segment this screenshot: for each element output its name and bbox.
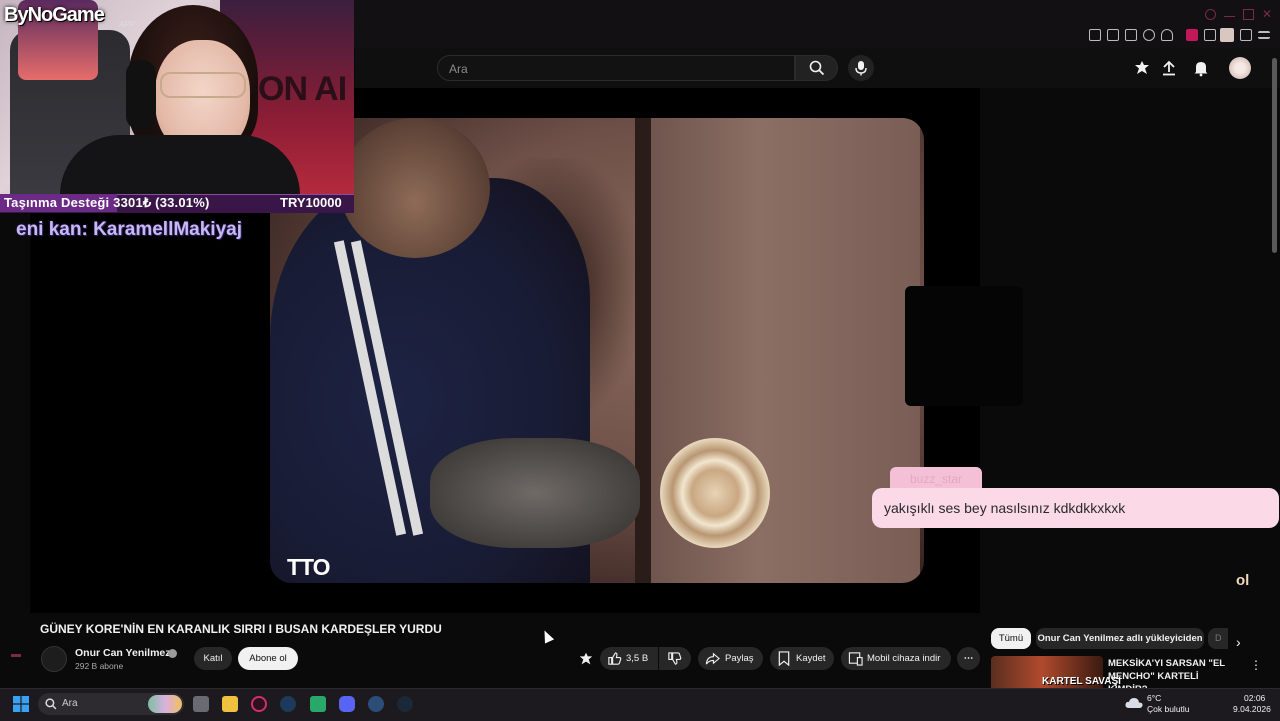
notifications-bell-icon[interactable]	[1192, 59, 1210, 77]
channel-avatar[interactable]	[41, 646, 67, 672]
weather-description: Çok bulutlu	[1147, 704, 1190, 714]
search-window-icon[interactable]	[1205, 9, 1216, 20]
maximize-icon[interactable]	[1243, 9, 1254, 20]
bookmark-icon	[778, 651, 790, 666]
dislike-button[interactable]	[659, 647, 691, 670]
play-icon[interactable]	[1143, 29, 1155, 41]
mouse-cursor	[539, 628, 555, 644]
more-dots-icon: ⋯	[963, 653, 974, 664]
task-view-icon[interactable]	[193, 696, 209, 712]
download-button[interactable]: Mobil cihaza indir	[841, 647, 951, 670]
chat-message: yakışıklı ses bey nasılsınız kdkdkkxkxk	[872, 488, 1279, 528]
download-icon[interactable]	[1240, 29, 1252, 41]
verified-icon	[168, 649, 177, 658]
pin-icon[interactable]	[1089, 29, 1101, 41]
microphone-icon	[855, 61, 867, 76]
puzzle-icon[interactable]	[1204, 29, 1216, 41]
subscriber-count: 292 B abone	[75, 661, 124, 671]
brand-logo: ByNoGame	[4, 4, 105, 26]
search-input[interactable]: Ara	[437, 55, 795, 81]
share-button[interactable]: Paylaş	[698, 647, 763, 670]
filter-chip-all[interactable]: Tümü	[991, 628, 1031, 649]
clock-date[interactable]: 9.04.2026	[1233, 704, 1271, 714]
weather-temperature: 6°C	[1147, 693, 1162, 703]
discord-icon[interactable]	[339, 696, 355, 712]
heart-icon[interactable]	[1161, 29, 1173, 41]
thumbs-up-icon	[608, 652, 622, 665]
like-button[interactable]: 3,5 B	[600, 647, 658, 670]
shield-icon[interactable]	[1125, 29, 1137, 41]
video-overlay-box	[905, 286, 1023, 406]
video-title: GÜNEY KORE'NİN EN KARANLIK SIRRI I BUSAN…	[40, 622, 442, 636]
ask-icon[interactable]	[578, 651, 594, 667]
filter-chip-more[interactable]: D	[1208, 628, 1228, 649]
opera-gx-icon[interactable]	[251, 696, 267, 712]
channel-corner-logo: ol	[1236, 572, 1250, 589]
extension-icon[interactable]	[1186, 29, 1198, 41]
mobile-device-icon	[848, 652, 863, 666]
search-icon	[809, 60, 825, 76]
share-label: Paylaş	[725, 653, 754, 664]
chevron-right-icon[interactable]: ›	[1236, 634, 1241, 650]
donation-goal-target: TRY10000	[280, 195, 342, 210]
account-avatar[interactable]	[1229, 57, 1251, 79]
steam-alt-icon[interactable]	[397, 696, 413, 712]
upload-icon[interactable]	[1160, 59, 1178, 77]
filter-chip-uploader[interactable]: Onur Can Yenilmez adlı yükleyiciden	[1036, 628, 1204, 649]
clock-time[interactable]: 02:06	[1244, 693, 1265, 703]
page-scrollbar[interactable]	[1272, 58, 1277, 253]
windows-taskbar	[0, 688, 1280, 721]
channel-name[interactable]: Onur Can Yenilmez	[75, 647, 171, 659]
save-label: Kaydet	[796, 653, 826, 664]
new-subscriber-alert: eni kan: KaramellMakiyaj	[16, 219, 242, 240]
profile-icon[interactable]	[1220, 28, 1234, 42]
minimize-icon[interactable]	[1224, 9, 1235, 17]
battle-net-icon[interactable]	[368, 696, 384, 712]
whatsapp-icon[interactable]	[310, 696, 326, 712]
windows-start-icon[interactable]	[13, 696, 29, 712]
search-highlight-icon[interactable]	[148, 695, 182, 713]
voice-search-button[interactable]	[848, 55, 874, 81]
like-count: 3,5 B	[626, 653, 649, 664]
subscribe-button[interactable]: Abone ol	[238, 647, 298, 670]
file-explorer-icon[interactable]	[222, 696, 238, 712]
video-frame[interactable]	[270, 118, 924, 583]
streamer-webcam: ON AI	[0, 0, 354, 194]
weather-cloud-icon[interactable]	[1124, 695, 1144, 711]
share-icon	[705, 652, 720, 665]
poster-text: ON AI	[258, 70, 347, 108]
close-icon[interactable]: ✕	[1262, 8, 1273, 20]
more-actions-button[interactable]: ⋯	[957, 647, 980, 670]
video-watermark: TTO	[287, 554, 331, 580]
screenshot-icon[interactable]	[1107, 29, 1119, 41]
miniplayer-icon[interactable]	[11, 654, 21, 657]
create-icon[interactable]	[1133, 59, 1151, 77]
save-button[interactable]: Kaydet	[770, 647, 834, 670]
search-button[interactable]	[795, 55, 838, 81]
brand-sub: APP	[119, 20, 136, 29]
donation-goal-label: Taşınma Desteği 3301₺ (33.01%)	[4, 195, 210, 210]
menu-icon[interactable]	[1258, 31, 1270, 39]
vertical-dots-icon[interactable]: ⋮	[1250, 658, 1262, 672]
steam-icon[interactable]	[280, 696, 296, 712]
thumbs-down-icon	[668, 652, 682, 665]
download-label: Mobil cihaza indir	[867, 653, 941, 664]
join-button[interactable]: Katıl	[194, 647, 232, 670]
taskbar-search-icon	[45, 698, 57, 710]
